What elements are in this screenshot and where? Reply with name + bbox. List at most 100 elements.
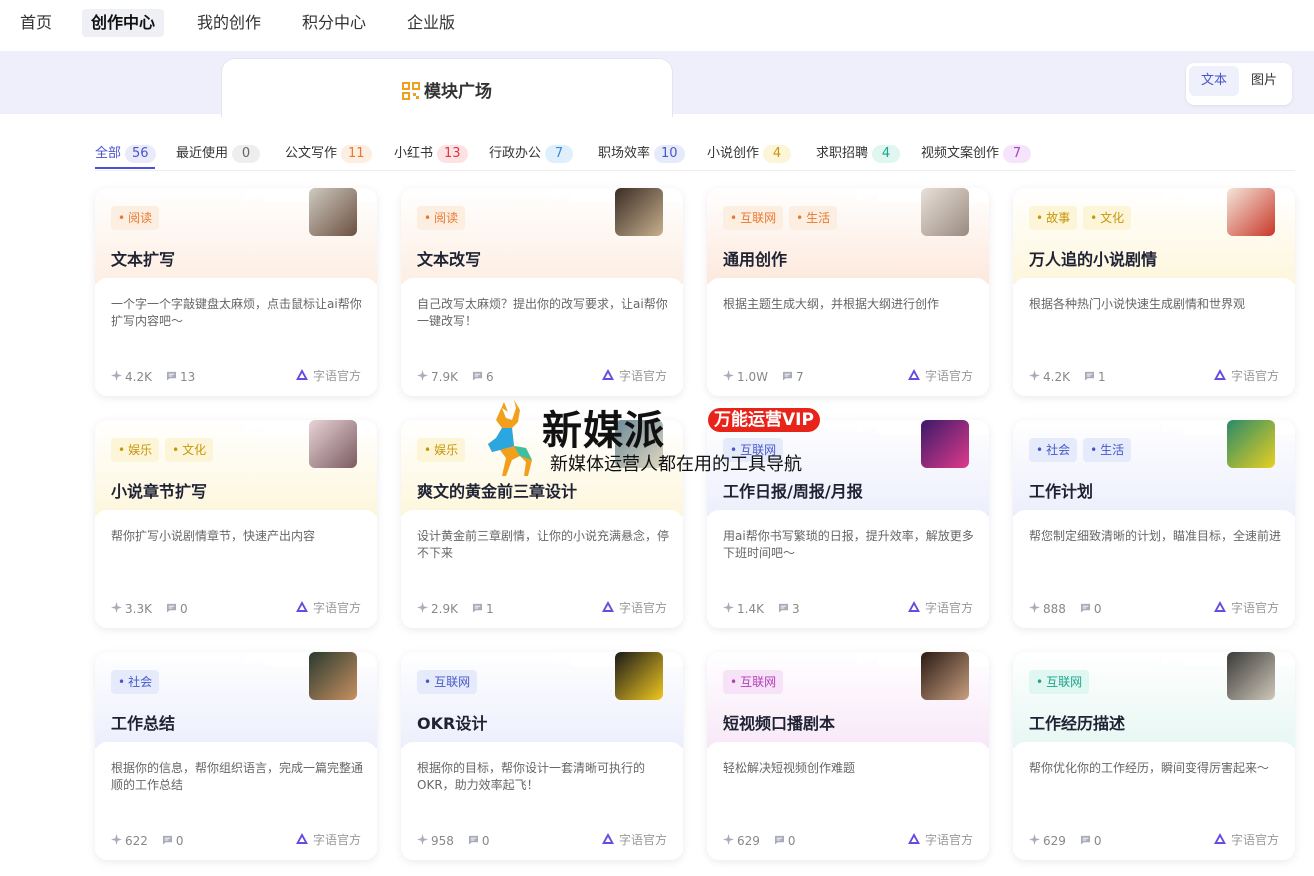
card-author: 字语官方 [907, 367, 973, 384]
author-name: 字语官方 [312, 369, 361, 383]
card-tags: 娱乐 [417, 438, 466, 462]
card-tags: 互联网 [723, 670, 784, 694]
sparkle-icon [111, 834, 125, 848]
toggle-text[interactable]: 文本 [1189, 66, 1239, 96]
category-tag: 阅读 [417, 206, 466, 230]
comment-count: 0 [1093, 834, 1102, 848]
tab-admin-office[interactable]: 行政办公 7 [489, 142, 574, 163]
module-card[interactable]: 互联网 短视频口播剧本 轻松解决短视频创作难题 629 0 字语官方 [707, 652, 989, 860]
card-author: 字语官方 [601, 831, 667, 848]
tab-recent[interactable]: 最近使用 0 [176, 142, 261, 163]
official-logo-icon [1213, 368, 1231, 383]
sparkle-icon [111, 602, 125, 616]
tab-official-writing[interactable]: 公文写作 11 [285, 142, 372, 163]
category-tag: 社会 [111, 670, 160, 694]
card-thumbnail [1227, 652, 1275, 700]
author-name: 字语官方 [924, 601, 973, 615]
module-card[interactable]: 故事文化 万人追的小说剧情 根据各种热门小说快速生成剧情和世界观 4.2K 1 … [1013, 188, 1295, 396]
author-name: 字语官方 [312, 833, 361, 847]
nav-home[interactable]: 首页 [11, 9, 61, 37]
comment-count: 1 [485, 602, 494, 616]
usage-count: 4.2K [1043, 370, 1070, 384]
author-name: 字语官方 [924, 833, 973, 847]
module-card[interactable]: 娱乐文化 小说章节扩写 帮你扩写小说剧情章节，快速产出内容 3.3K 0 字语官… [95, 420, 377, 628]
card-author: 字语官方 [907, 599, 973, 616]
author-name: 字语官方 [618, 833, 667, 847]
content-type-toggle: 文本 图片 [1186, 63, 1292, 105]
nav-my-creations[interactable]: 我的创作 [188, 9, 270, 37]
module-card[interactable]: 互联网 OKR设计 根据你的目标，帮你设计一套清晰可执行的OKR，助力效率起飞！… [401, 652, 683, 860]
card-description: 根据主题生成大纲，并根据大纲进行创作 [723, 297, 940, 311]
module-card[interactable]: 社会生活 工作计划 帮您制定细致清晰的计划，瞄准目标，全速前进 888 0 字语… [1013, 420, 1295, 628]
sparkle-icon [1029, 834, 1043, 848]
card-tags: 阅读 [417, 206, 466, 230]
grid-icon [402, 82, 420, 105]
tab-all[interactable]: 全部 56 [95, 142, 156, 163]
comment-count: 3 [791, 602, 800, 616]
card-thumbnail [921, 420, 969, 468]
category-tag: 文化 [165, 438, 214, 462]
card-description: 根据你的信息，帮你组织语言，完成一篇完整通顺的工作总结 [111, 761, 364, 792]
tab-job-recruiting[interactable]: 求职招聘 4 [816, 142, 901, 163]
card-title: 万人追的小说剧情 [1029, 250, 1158, 269]
author-name: 字语官方 [618, 369, 667, 383]
watermark-subtitle: 新媒体运营人都在用的工具导航 [550, 454, 802, 475]
card-thumbnail [615, 188, 663, 236]
card-stats: 1.4K 3 [723, 602, 814, 616]
card-stats: 629 0 [723, 834, 810, 848]
plaza-title: 模块广场 [424, 82, 492, 102]
active-tab-underline [95, 167, 155, 169]
card-author: 字语官方 [1213, 367, 1279, 384]
top-nav: 首页 创作中心 我的创作 积分中心 企业版 [0, 0, 1314, 50]
usage-count: 7.9K [431, 370, 458, 384]
card-title: 工作计划 [1029, 482, 1094, 501]
official-logo-icon [601, 832, 619, 847]
card-stats: 958 0 [417, 834, 504, 848]
comment-count: 1 [1097, 370, 1106, 384]
tab-xiaohongshu[interactable]: 小红书 13 [394, 142, 468, 163]
card-title: 小说章节扩写 [111, 482, 208, 501]
category-tabs: 全部 56 最近使用 0 公文写作 11 小红书 13 行政办公 7 职场效率 10 小说创… [95, 140, 1295, 171]
official-logo-icon [295, 832, 313, 847]
module-card[interactable]: 互联网 工作经历描述 帮你优化你的工作经历，瞬间变得厉害起来～ 629 0 字语… [1013, 652, 1295, 860]
module-card[interactable]: 互联网生活 通用创作 根据主题生成大纲，并根据大纲进行创作 1.0W 7 字语官… [707, 188, 989, 396]
category-tag: 故事 [1029, 206, 1078, 230]
tab-novel-creation[interactable]: 小说创作 4 [707, 142, 792, 163]
comment-icon [782, 370, 796, 384]
usage-count: 888 [1043, 602, 1066, 616]
nav-points-center[interactable]: 积分中心 [293, 9, 375, 37]
official-logo-icon [1213, 600, 1231, 615]
category-tag: 社会 [1029, 438, 1078, 462]
card-thumbnail [1227, 188, 1275, 236]
card-title: 工作日报/周报/月报 [723, 482, 863, 501]
card-author: 字语官方 [295, 831, 361, 848]
module-card[interactable]: 社会 工作总结 根据你的信息，帮你组织语言，完成一篇完整通顺的工作总结 622 … [95, 652, 377, 860]
nav-enterprise[interactable]: 企业版 [398, 9, 464, 37]
card-thumbnail [1227, 420, 1275, 468]
sparkle-icon [723, 834, 737, 848]
tab-video-copywriting[interactable]: 视频文案创作 7 [921, 142, 1032, 163]
comment-icon [166, 602, 180, 616]
card-title: 文本扩写 [111, 250, 176, 269]
usage-count: 1.4K [737, 602, 764, 616]
card-title: 短视频口播剧本 [723, 714, 836, 733]
tab-workplace-efficiency[interactable]: 职场效率 10 [598, 142, 685, 163]
card-title: 工作经历描述 [1029, 714, 1126, 733]
toggle-image[interactable]: 图片 [1239, 66, 1289, 96]
comment-count: 0 [1093, 602, 1102, 616]
category-tag: 娱乐 [111, 438, 160, 462]
comment-icon [774, 834, 788, 848]
module-card[interactable]: 阅读 文本改写 自己改写太麻烦？提出你的改写要求，让ai帮你一键改写！ 7.9K… [401, 188, 683, 396]
official-logo-icon [295, 600, 313, 615]
module-plaza-tab[interactable]: 模块广场 [221, 58, 673, 117]
card-tags: 故事文化 [1029, 206, 1132, 230]
card-author: 字语官方 [907, 831, 973, 848]
module-card[interactable]: 阅读 文本扩写 一个字一个字敲键盘太麻烦，点击鼠标让ai帮你扩写内容吧～ 4.2… [95, 188, 377, 396]
category-tag: 互联网 [1029, 670, 1090, 694]
sparkle-icon [111, 370, 125, 384]
nav-creation-center[interactable]: 创作中心 [82, 9, 165, 37]
card-description: 自己改写太麻烦？提出你的改写要求，让ai帮你一键改写！ [417, 297, 668, 328]
comment-icon [1080, 602, 1094, 616]
card-tags: 互联网生活 [723, 206, 838, 230]
sparkle-icon [417, 834, 431, 848]
